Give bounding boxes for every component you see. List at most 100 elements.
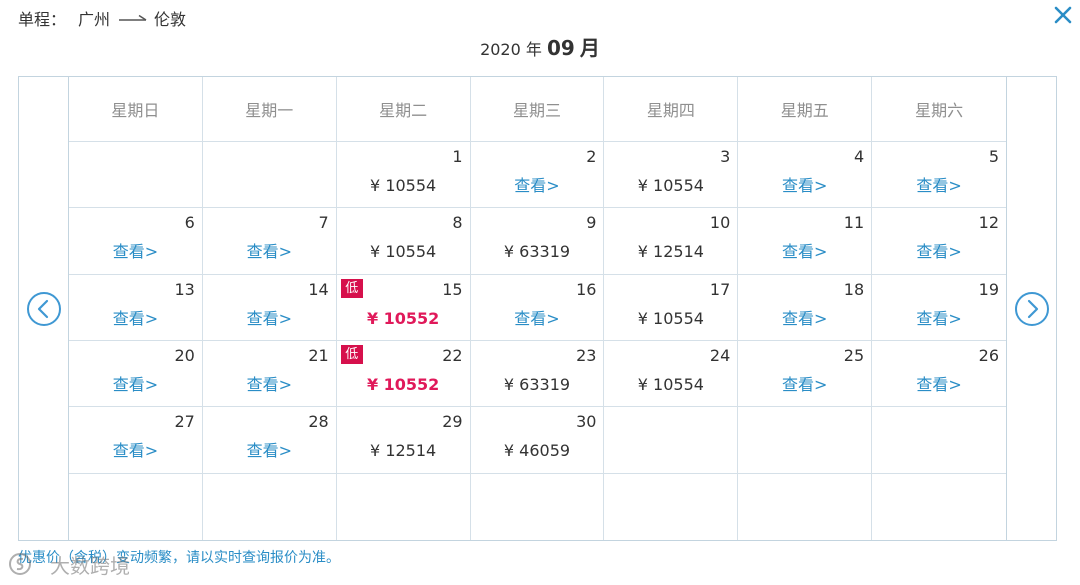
lowest-price[interactable]: ¥ 10552 bbox=[337, 309, 470, 329]
calendar-grid: 星期日 星期一 星期二 星期三 星期四 星期五 星期六 1 ¥ 10554 2 查看> 3 ¥ 1055… bbox=[68, 77, 1007, 540]
price[interactable]: ¥ 10554 bbox=[337, 242, 470, 262]
day-cell[interactable]: 30 ¥ 46059 bbox=[470, 407, 605, 474]
day-cell[interactable]: 12 查看> bbox=[872, 208, 1006, 275]
weekday-header: 星期五 bbox=[738, 77, 873, 142]
day-cell[interactable]: 1 ¥ 10554 bbox=[336, 142, 471, 209]
view-link[interactable]: 查看> bbox=[738, 176, 871, 196]
price[interactable]: ¥ 10554 bbox=[604, 176, 737, 196]
day-number: 16 bbox=[576, 279, 597, 299]
day-cell[interactable]: 5 查看> bbox=[872, 142, 1006, 209]
empty-day-cell bbox=[738, 407, 873, 474]
day-number: 24 bbox=[709, 346, 731, 365]
day-cell[interactable]: 20 查看> bbox=[69, 341, 203, 408]
price[interactable]: ¥ 63319 bbox=[471, 242, 604, 262]
close-icon[interactable] bbox=[1053, 5, 1073, 25]
day-number: 6 bbox=[184, 213, 195, 233]
day-number: 21 bbox=[308, 346, 329, 365]
view-link[interactable]: 查看> bbox=[203, 375, 336, 395]
price[interactable]: ¥ 10554 bbox=[337, 176, 470, 196]
day-cell[interactable]: 2 查看> bbox=[470, 142, 605, 209]
day-number: 3 bbox=[720, 147, 731, 166]
year-value: 2020 bbox=[480, 40, 521, 59]
weekday-label: 星期日 bbox=[111, 101, 160, 120]
day-number: 18 bbox=[843, 279, 865, 299]
day-cell[interactable]: 6 查看> bbox=[69, 208, 203, 275]
day-cell[interactable]: 10 ¥ 12514 bbox=[604, 208, 739, 275]
day-cell[interactable]: 低 22 ¥ 10552 bbox=[336, 341, 471, 408]
day-cell[interactable]: 27 查看> bbox=[69, 407, 203, 474]
weekday-header: 星期六 bbox=[872, 77, 1006, 142]
view-link[interactable]: 查看> bbox=[872, 309, 1006, 329]
price[interactable]: ¥ 12514 bbox=[337, 441, 470, 461]
day-cell[interactable]: 13 查看> bbox=[69, 274, 203, 341]
day-number: 19 bbox=[978, 279, 999, 299]
day-cell[interactable]: 28 查看> bbox=[202, 407, 337, 474]
price[interactable]: ¥ 10554 bbox=[604, 375, 737, 395]
day-number: 15 bbox=[442, 279, 463, 299]
price[interactable]: ¥ 10554 bbox=[604, 309, 737, 329]
view-link[interactable]: 查看> bbox=[872, 176, 1006, 196]
view-link[interactable]: 查看> bbox=[738, 375, 871, 395]
view-link[interactable]: 查看> bbox=[738, 242, 871, 262]
month-unit: 月 bbox=[579, 36, 600, 60]
view-link[interactable]: 查看> bbox=[738, 309, 871, 329]
day-cell[interactable]: 低 15 ¥ 10552 bbox=[336, 274, 471, 341]
price[interactable]: ¥ 63319 bbox=[471, 375, 604, 395]
view-link[interactable]: 查看> bbox=[69, 441, 202, 461]
day-cell[interactable]: 11 查看> bbox=[738, 208, 873, 275]
weekday-header: 星期四 bbox=[604, 77, 739, 142]
price-calendar: 星期日 星期一 星期二 星期三 星期四 星期五 星期六 1 ¥ 10554 2 查看> 3 ¥ 1055… bbox=[18, 76, 1057, 541]
day-number: 13 bbox=[174, 279, 195, 299]
price[interactable]: ¥ 12514 bbox=[604, 242, 737, 262]
view-link[interactable]: 查看> bbox=[203, 441, 336, 461]
view-link[interactable]: 查看> bbox=[69, 242, 202, 262]
weekday-label: 星期四 bbox=[646, 101, 695, 120]
view-link[interactable]: 查看> bbox=[872, 375, 1006, 395]
day-cell[interactable]: 21 查看> bbox=[202, 341, 337, 408]
day-cell[interactable]: 18 查看> bbox=[738, 274, 873, 341]
empty-day-cell bbox=[604, 407, 739, 474]
empty-day-cell bbox=[203, 473, 337, 540]
day-cell[interactable]: 3 ¥ 10554 bbox=[604, 142, 739, 209]
empty-day-cell bbox=[69, 473, 203, 540]
view-link[interactable]: 查看> bbox=[203, 242, 336, 262]
next-month-button[interactable] bbox=[1014, 291, 1050, 327]
lowest-price[interactable]: ¥ 10552 bbox=[337, 375, 470, 395]
weekday-label: 星期一 bbox=[245, 101, 294, 120]
day-cell[interactable]: 19 查看> bbox=[872, 275, 1006, 341]
day-cell[interactable]: 16 查看> bbox=[470, 274, 605, 341]
day-number: 27 bbox=[174, 412, 195, 432]
day-cell[interactable]: 23 ¥ 63319 bbox=[470, 341, 605, 408]
view-link[interactable]: 查看> bbox=[471, 309, 604, 329]
day-number: 22 bbox=[442, 346, 463, 365]
day-cell[interactable]: 14 查看> bbox=[202, 274, 337, 341]
lowest-price-badge: 低 bbox=[340, 345, 363, 364]
day-number: 2 bbox=[586, 147, 597, 166]
empty-day-cell bbox=[69, 142, 203, 209]
day-cell[interactable]: 25 查看> bbox=[738, 341, 873, 408]
day-cell[interactable]: 9 ¥ 63319 bbox=[470, 208, 605, 275]
view-link[interactable]: 查看> bbox=[203, 309, 336, 329]
day-cell[interactable]: 4 查看> bbox=[738, 142, 873, 209]
day-number: 12 bbox=[978, 213, 999, 233]
day-cell[interactable]: 17 ¥ 10554 bbox=[604, 274, 739, 341]
day-cell[interactable]: 24 ¥ 10554 bbox=[604, 341, 739, 408]
view-link[interactable]: 查看> bbox=[471, 176, 604, 196]
day-cell[interactable]: 29 ¥ 12514 bbox=[336, 407, 471, 474]
view-link[interactable]: 查看> bbox=[69, 309, 202, 329]
day-cell[interactable]: 7 查看> bbox=[202, 208, 337, 275]
weekday-label: 星期三 bbox=[512, 101, 561, 120]
price[interactable]: ¥ 46059 bbox=[471, 441, 604, 461]
weekday-label: 星期五 bbox=[780, 101, 829, 120]
year-unit: 年 bbox=[525, 40, 542, 59]
day-cell[interactable]: 8 ¥ 10554 bbox=[336, 208, 471, 275]
chevron-right-circle-icon[interactable] bbox=[1014, 291, 1050, 327]
day-number: 30 bbox=[576, 412, 597, 432]
prev-month-button[interactable] bbox=[26, 291, 62, 327]
day-number: 14 bbox=[308, 279, 329, 299]
view-link[interactable]: 查看> bbox=[69, 375, 202, 395]
day-number: 26 bbox=[978, 346, 999, 365]
day-cell[interactable]: 26 查看> bbox=[872, 341, 1006, 408]
chevron-left-circle-icon[interactable] bbox=[26, 291, 62, 327]
view-link[interactable]: 查看> bbox=[872, 242, 1006, 262]
